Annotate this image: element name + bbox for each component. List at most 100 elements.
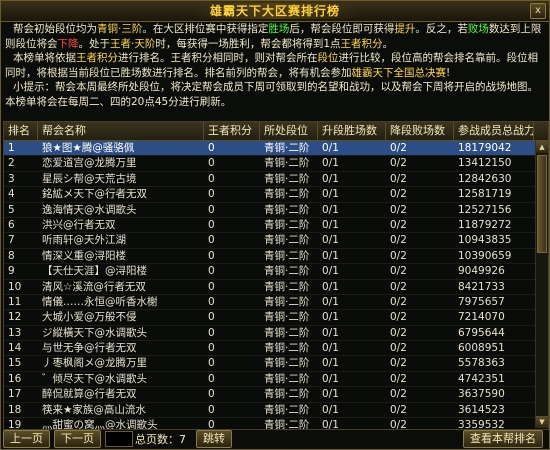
header-promo-wins[interactable]: 升段胜场数 — [318, 122, 386, 140]
total-power-cell: 3614523 — [458, 403, 505, 416]
guild-name-cell: 大城小爱@万般不侵 — [42, 311, 137, 324]
table-row[interactable]: 4 銘絋メ天下@行者无双 0 青铜·二阶 0/1 0/2 12581719 — [4, 187, 548, 203]
demote-losses-cell: 0/2 — [390, 142, 407, 154]
demote-losses-cell: 0/2 — [390, 388, 407, 401]
rules-paragraph-1: 帮会初始段位均为青铜·三阶。在大区排位赛中获得指定胜场后，帮会段位即可获得提升。… — [5, 22, 545, 51]
guild-name-cell: 狼★图★腾@骚骆佩 — [42, 142, 135, 154]
tier-cell: 青铜·二阶 — [264, 142, 310, 154]
table-row[interactable]: 16 ゛倾尽天下@水调歌头 0 青铜·二阶 0/1 0/2 4742351 — [4, 372, 548, 388]
guild-name-cell: 情深义重@浔阳楼 — [42, 249, 126, 262]
table-row[interactable]: 2 恋爱道宫@龙腾万里 0 青铜·二阶 0/1 0/2 13412150 — [4, 156, 548, 172]
total-power-cell: 18179042 — [458, 142, 512, 154]
rank-cell: 19 — [8, 419, 22, 430]
close-button[interactable]: x — [530, 3, 546, 19]
promo-wins-cell: 0/1 — [322, 311, 339, 324]
total-power-cell: 6795644 — [458, 326, 505, 339]
table-row[interactable]: 5 逸海情天@水调歌头 0 青铜·二阶 0/1 0/2 12527156 — [4, 203, 548, 218]
table-row[interactable]: 7 听雨轩@天外江湖 0 青铜·二阶 0/1 0/2 10943835 — [4, 233, 548, 249]
prev-page-button[interactable]: 上一页 — [3, 430, 50, 448]
page-number-input[interactable] — [105, 431, 133, 447]
guild-name-cell: 逸海情天@水调歌头 — [42, 203, 137, 216]
table-row[interactable]: 3 星辰シ帮@天荒古境 0 青铜·二阶 0/1 0/2 12842630 — [4, 172, 548, 188]
scroll-down-arrow-icon[interactable]: ▼ — [536, 416, 548, 428]
demote-losses-cell: 0/2 — [390, 157, 407, 170]
promo-wins-cell: 0/1 — [322, 234, 339, 247]
guild-name-cell: 星辰シ帮@天荒古境 — [42, 172, 137, 185]
jump-button[interactable]: 跳转 — [196, 430, 232, 448]
rank-cell: 6 — [8, 218, 15, 231]
total-power-cell: 3359532 — [458, 419, 505, 430]
rank-cell: 7 — [8, 234, 15, 247]
scroll-up-arrow-icon[interactable]: ▲ — [536, 141, 548, 153]
table-row[interactable]: 12 大城小爱@万般不侵 0 青铜·二阶 0/1 0/2 7214070 — [4, 310, 548, 326]
total-power-cell: 7214070 — [458, 311, 505, 324]
total-pages-label: 总页数：7 — [135, 433, 186, 446]
title-bar[interactable]: 雄霸天下大区赛排行榜 x — [1, 1, 549, 22]
guild-name-cell: 【天仕天涯】@浔阳楼 — [42, 265, 147, 278]
header-scroll-gap — [534, 122, 548, 140]
total-power-cell: 10390659 — [458, 249, 512, 262]
pagination-bar: 上一页 下一页 总页数：7 跳转 查看本帮排名 — [3, 430, 547, 448]
rank-cell: 8 — [8, 249, 15, 262]
king-points-cell: 0 — [208, 265, 215, 278]
scroll-thumb[interactable] — [537, 155, 547, 253]
tier-cell: 青铜·二阶 — [264, 388, 310, 401]
guild-name-cell: 清风☆溪流@行者无双 — [42, 280, 146, 293]
rank-cell: 9 — [8, 265, 15, 278]
view-my-guild-rank-button[interactable]: 查看本帮排名 — [463, 430, 543, 448]
table-row[interactable]: 18 筷来★家族@高山流水 0 青铜·二阶 0/1 0/2 3614523 — [4, 403, 548, 419]
header-king-points[interactable]: 王者积分 — [204, 122, 260, 140]
table-row[interactable]: 9 【天仕天涯】@浔阳楼 0 青铜·二阶 0/1 0/2 9049926 — [4, 264, 548, 280]
header-tier[interactable]: 所处段位 — [260, 122, 318, 140]
rules-text-segment: 本榜单将依据 — [13, 52, 76, 64]
table-row[interactable]: 19 灬甜蜜の窝灬@水调歌头 0 青铜·二阶 0/1 0/2 3359532 — [4, 418, 548, 430]
table-row[interactable]: 8 情深义重@浔阳楼 0 青铜·二阶 0/1 0/2 10390659 — [4, 249, 548, 265]
tier-cell: 青铜·二阶 — [264, 265, 310, 278]
table-row[interactable]: 1 狼★图★腾@骚骆佩 0 青铜·二阶 0/1 0/2 18179042 — [4, 141, 548, 157]
rules-text-segment: 。在大区排位赛中获得指定 — [142, 23, 269, 35]
table-row[interactable]: 10 清风☆溪流@行者无双 0 青铜·二阶 0/1 0/2 8421733 — [4, 280, 548, 295]
header-total-power[interactable]: 参战成员总战力 — [454, 122, 534, 140]
header-demote-losses[interactable]: 降段败场数 — [386, 122, 454, 140]
total-power-cell: 7975657 — [458, 295, 505, 308]
promo-wins-cell: 0/1 — [322, 403, 339, 416]
guild-name-cell: 情儀……永恒@听香水榭 — [42, 295, 158, 308]
rank-cell: 1 — [8, 142, 15, 154]
guild-name-cell: ゛倾尽天下@水调歌头 — [42, 372, 147, 385]
king-points-cell: 0 — [208, 142, 215, 154]
tier-cell: 青铜·二阶 — [264, 342, 310, 355]
promo-wins-cell: 0/1 — [322, 388, 339, 401]
rules-paragraph-2: 本榜单将依据王者积分进行排名。王者积分相同时，则对帮会所在段位进行比较，段位高的… — [5, 51, 545, 80]
next-page-button[interactable]: 下一页 — [54, 430, 101, 448]
king-points-cell: 0 — [208, 188, 215, 201]
table-row[interactable]: 14 与世无争@行者无双 0 青铜·二阶 0/1 0/2 6008951 — [4, 341, 548, 357]
table-body: 1 狼★图★腾@骚骆佩 0 青铜·二阶 0/1 0/2 18179042 2 恋爱道宫@龙腾万里… — [4, 141, 548, 430]
total-power-cell: 13412150 — [458, 157, 512, 170]
king-points-cell: 0 — [208, 172, 215, 185]
tier-cell: 青铜·二阶 — [264, 218, 310, 231]
total-power-cell: 12581719 — [458, 188, 512, 201]
demote-losses-cell: 0/2 — [390, 419, 407, 430]
table-row[interactable]: 15 丿枣枫阁メ@龙腾万里 0 青铜·二阶 0/1 0/2 5578363 — [4, 356, 548, 372]
leaderboard-window: 雄霸天下大区赛排行榜 x 帮会初始段位均为青铜·三阶。在大区排位赛中获得指定胜场… — [0, 0, 550, 450]
guild-name-cell: 銘絋メ天下@行者无双 — [42, 188, 147, 201]
table-scrollbar[interactable]: ▲ ▼ — [535, 141, 548, 428]
demote-losses-cell: 0/2 — [390, 403, 407, 416]
king-points-cell: 0 — [208, 311, 215, 324]
king-points-cell: 0 — [208, 157, 215, 170]
tier-cell: 青铜·二阶 — [264, 326, 310, 339]
tier-cell: 青铜·二阶 — [264, 172, 310, 185]
rules-text-segment: 进行排名。王者积分相同时，则对帮会所在 — [118, 52, 318, 64]
header-rank[interactable]: 排名 — [4, 122, 38, 140]
table-row[interactable]: 13 ジ縱橫天下@水调歌头 0 青铜·二阶 0/1 0/2 6795644 — [4, 326, 548, 342]
table-row[interactable]: 11 情儀……永恒@听香水榭 0 青铜·二阶 0/1 0/2 7975657 — [4, 295, 548, 311]
demote-losses-cell: 0/2 — [390, 249, 407, 262]
rules-text-segment: 帮会初始段位均为 — [13, 23, 97, 35]
table-row[interactable]: 17 醉侃就算@行者无双 0 青铜·二阶 0/1 0/2 3637590 — [4, 387, 548, 403]
header-guild-name[interactable]: 帮会名称 — [38, 122, 204, 140]
total-power-cell: 9049926 — [458, 265, 505, 278]
promo-wins-cell: 0/1 — [322, 203, 339, 216]
rank-cell: 2 — [8, 157, 15, 170]
table-row[interactable]: 6 洪兴@行者无双 0 青铜·二阶 0/1 0/2 11879272 — [4, 218, 548, 234]
king-points-cell: 0 — [208, 326, 215, 339]
